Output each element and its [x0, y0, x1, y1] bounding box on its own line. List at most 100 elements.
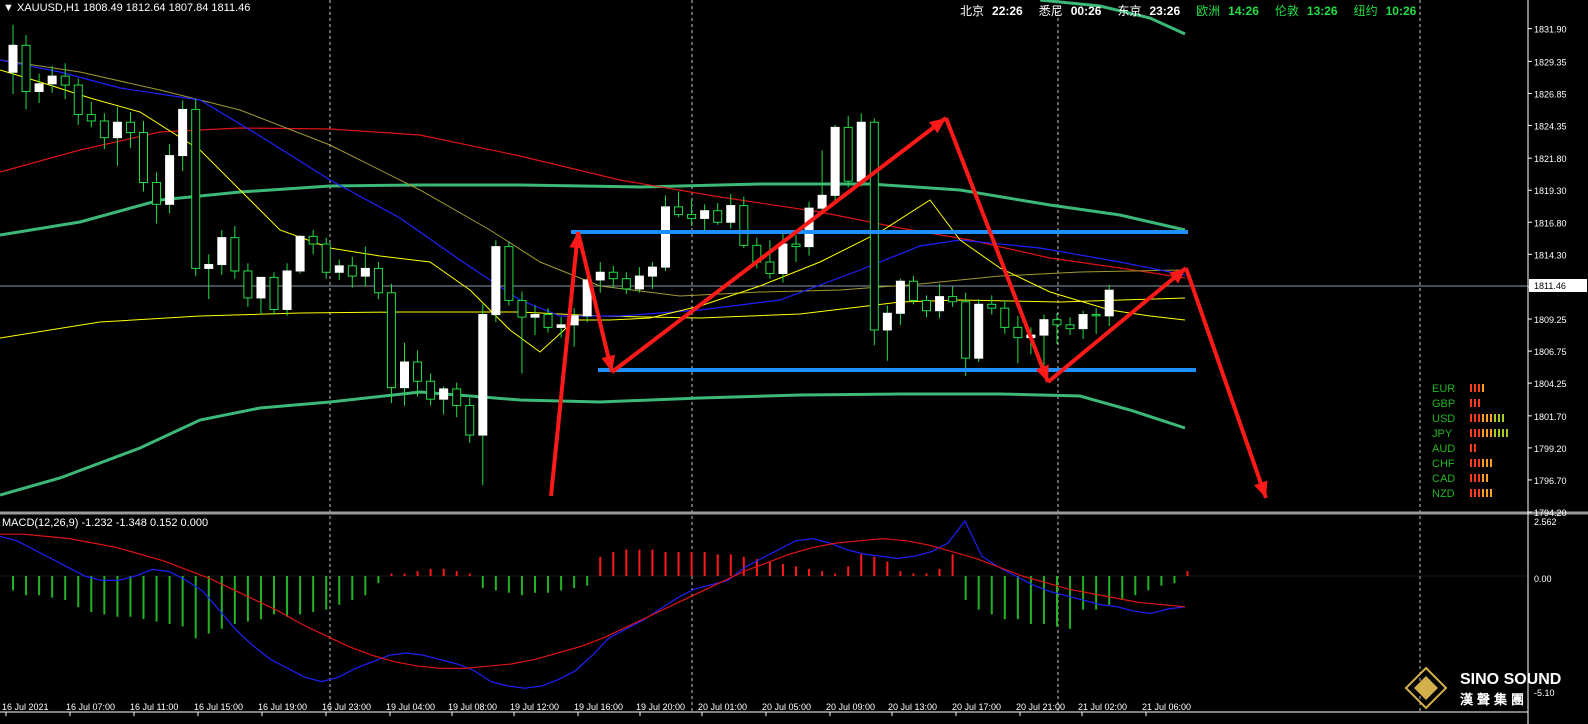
clock-2: 东京 23:26 — [1117, 4, 1180, 18]
candle-body — [178, 108, 188, 157]
price-tick-label: 1821.80 — [1534, 154, 1567, 164]
candle-body — [517, 299, 527, 318]
time-tick-label: 21 Jul 02:00 — [1078, 702, 1127, 712]
strength-bar — [1502, 429, 1504, 437]
candle-body — [1000, 307, 1010, 328]
strength-bar — [1474, 429, 1476, 437]
strength-bar — [1474, 399, 1476, 407]
strength-bar — [1470, 474, 1472, 482]
candle-body — [569, 315, 579, 326]
strength-bar — [1498, 414, 1500, 422]
candle-body — [256, 276, 266, 299]
candle-body — [125, 121, 135, 134]
candle-body — [347, 265, 357, 277]
candle-body — [621, 278, 631, 290]
clock-1: 悉尼 00:26 — [1039, 4, 1102, 18]
macd-tick-label: 2.562 — [1534, 517, 1557, 527]
time-tick-label: 19 Jul 20:00 — [636, 702, 685, 712]
candle-body — [1065, 324, 1075, 330]
dropdown-triangle-icon[interactable]: ▼ — [3, 2, 14, 14]
candle-body — [204, 264, 214, 269]
candle-body — [243, 270, 253, 299]
candle-body — [99, 120, 109, 139]
time-tick-label: 16 Jul 2021 — [2, 702, 49, 712]
bollinger-upper — [0, 182, 1186, 237]
strength-bar — [1502, 414, 1504, 422]
candle-body — [556, 324, 566, 328]
candle-body — [360, 267, 370, 277]
strength-bar — [1486, 429, 1488, 437]
candle-body — [230, 237, 240, 272]
candle-body — [34, 83, 44, 92]
candle-body — [948, 296, 958, 303]
strength-bar — [1482, 474, 1484, 482]
time-tick-label: 20 Jul 17:00 — [952, 702, 1001, 712]
candle-body — [856, 121, 866, 182]
time-tick-label: 20 Jul 09:00 — [826, 702, 875, 712]
bollinger-lower — [0, 390, 1186, 497]
candle-body — [700, 210, 710, 219]
candle-body — [908, 280, 918, 301]
currency-strength-panel: EUR GBP USD JPY AUD CHF CAD NZD — [1432, 383, 1508, 500]
candle-body — [895, 280, 905, 314]
strength-bar — [1490, 459, 1492, 467]
clock-city: 悉尼 — [1038, 4, 1063, 18]
analysis-drawings — [549, 116, 1268, 499]
candle-body — [882, 312, 892, 331]
macd-label: MACD(12,26,9) -1.232 -1.348 0.152 0.000 — [2, 517, 209, 529]
price-tick-label: 1799.20 — [1534, 444, 1567, 454]
candle-body — [21, 44, 31, 92]
strength-bar — [1494, 414, 1496, 422]
strength-bar — [1490, 414, 1492, 422]
candle-body — [791, 243, 801, 248]
strength-bar — [1490, 429, 1492, 437]
macd-signal-line — [0, 533, 1186, 669]
current-price-label: 1811.46 — [1534, 281, 1566, 291]
logo-chinese: 漢聲集團 — [1460, 692, 1528, 707]
candle-body — [334, 265, 344, 273]
candle-body — [1078, 314, 1088, 330]
price-tick-label: 1809.25 — [1534, 315, 1567, 325]
strength-bar — [1478, 384, 1480, 392]
candle-body — [830, 126, 840, 196]
currency-label: NZD — [1432, 488, 1455, 500]
clock-city: 东京 — [1117, 4, 1142, 18]
price-chart[interactable]: 1831.90 1829.35 1826.85 1824.35 1821.80 1819.… — [0, 0, 1588, 724]
clock-city: 伦敦 — [1274, 4, 1299, 18]
price-tick-label: 1796.70 — [1534, 476, 1567, 486]
indicator-lines — [0, 0, 1186, 497]
candle-body — [1052, 319, 1062, 326]
candle-body — [8, 44, 18, 73]
candle-body — [452, 388, 462, 407]
time-tick-label: 16 Jul 07:00 — [66, 702, 115, 712]
strength-bar — [1470, 414, 1472, 422]
time-tick-label: 19 Jul 04:00 — [386, 702, 435, 712]
candle-body — [217, 237, 227, 266]
candle-body — [308, 235, 318, 245]
currency-label: CAD — [1432, 473, 1455, 485]
price-tick-label: 1816.80 — [1534, 218, 1567, 228]
strength-bar — [1474, 459, 1476, 467]
strength-bar — [1470, 444, 1472, 452]
strength-bar — [1482, 459, 1484, 467]
time-tick-label: 16 Jul 19:00 — [258, 702, 307, 712]
candle-body — [974, 303, 984, 359]
candle-body — [60, 75, 70, 86]
clock-5: 纽约 10:26 — [1354, 4, 1417, 18]
candle-body — [987, 303, 997, 309]
price-tick-label: 1829.35 — [1534, 57, 1567, 67]
candle-body — [674, 206, 684, 216]
strength-bar — [1494, 429, 1496, 437]
clock-time: 10:26 — [1385, 4, 1417, 18]
strength-bar — [1478, 474, 1480, 482]
strength-bar — [1470, 384, 1472, 392]
strength-bar — [1478, 399, 1480, 407]
candle-body — [1091, 314, 1101, 317]
symbol-header: ▼ XAUUSD,H1 1808.49 1812.64 1807.84 1811… — [3, 2, 250, 14]
arrow-head — [1254, 480, 1268, 498]
candle-body — [687, 214, 697, 219]
candle-body — [413, 361, 423, 382]
candle-body — [400, 361, 409, 389]
price-tick-label: 1824.35 — [1534, 121, 1567, 131]
candle-body — [843, 126, 853, 182]
